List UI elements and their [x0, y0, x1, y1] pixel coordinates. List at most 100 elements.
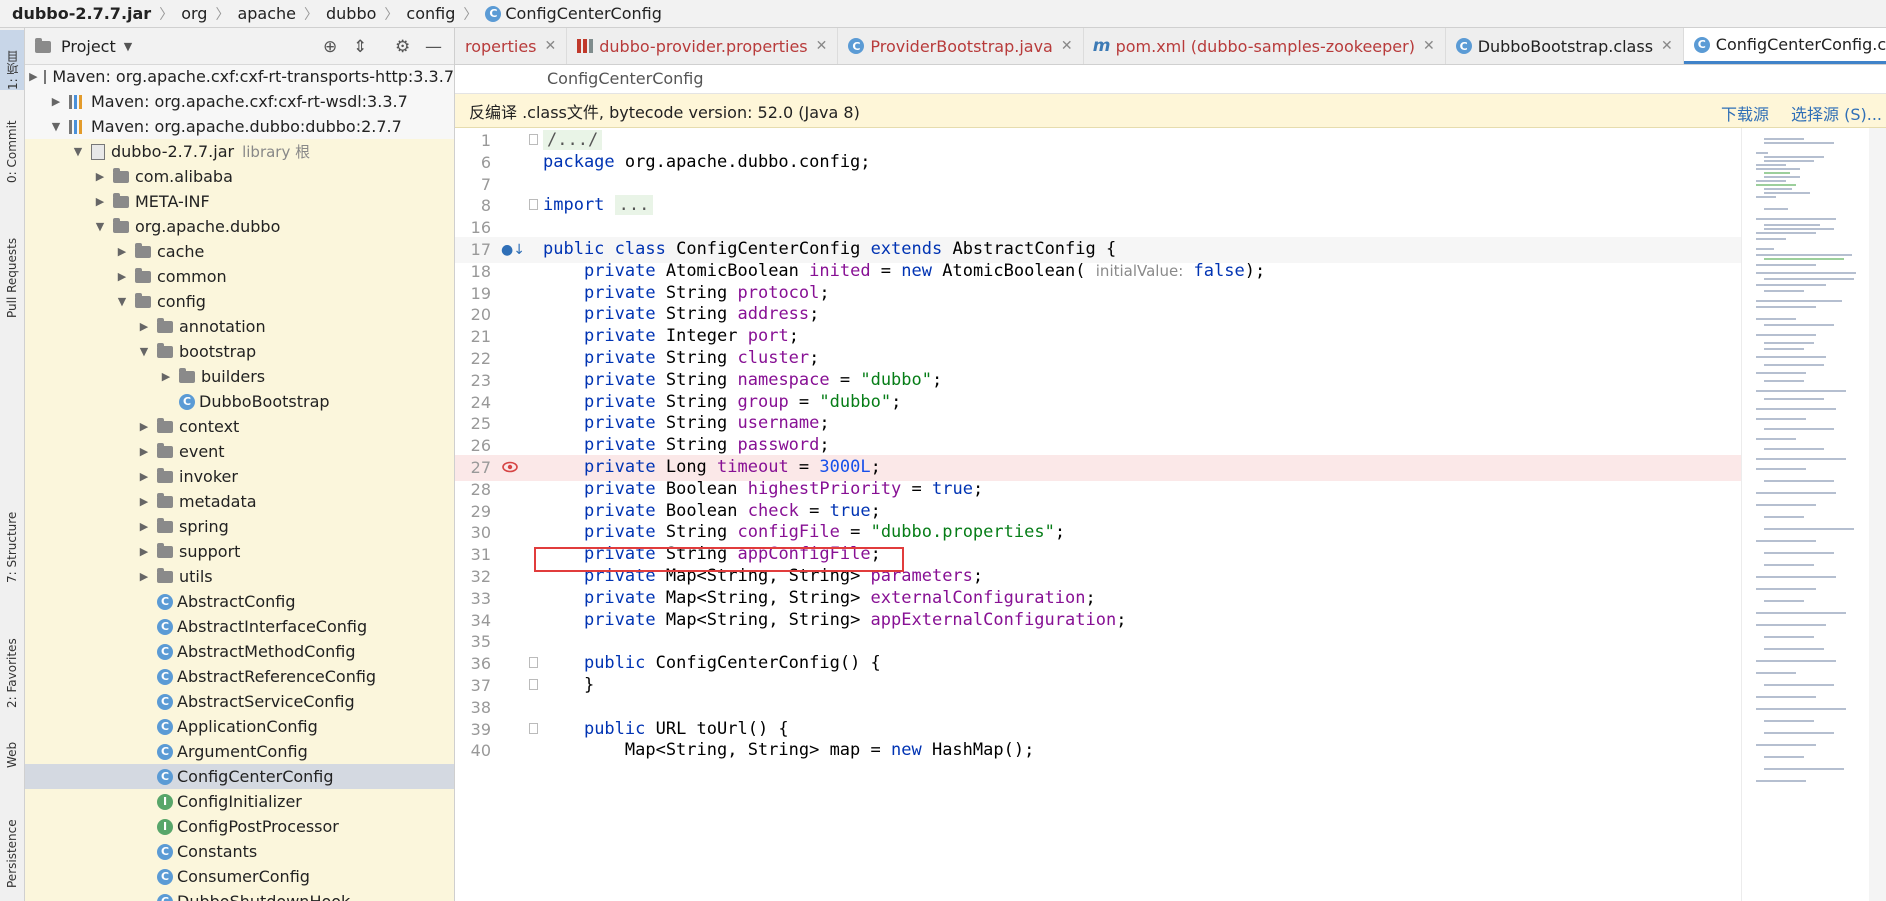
chevron-down-icon[interactable]: ▼: [124, 40, 132, 53]
fold-marker-icon[interactable]: [529, 657, 538, 669]
tree-item[interactable]: C ArgumentConfig: [25, 739, 454, 764]
tree-item[interactable]: C AbstractServiceConfig: [25, 689, 454, 714]
tree-item[interactable]: ▶ context: [25, 414, 454, 439]
tree-item[interactable]: ▶ builders: [25, 364, 454, 389]
minimize-icon[interactable]: —: [425, 37, 442, 57]
tree-item[interactable]: ▶ META-INF: [25, 189, 454, 214]
breadcrumb-org[interactable]: org: [181, 4, 207, 23]
tree-item[interactable]: ▶ common: [25, 264, 454, 289]
line-number[interactable]: 6: [455, 153, 491, 172]
breadcrumb-jar[interactable]: dubbo-2.7.7.jar: [12, 4, 151, 23]
expand-right-icon[interactable]: ▶: [93, 170, 107, 183]
line-number[interactable]: 38: [455, 698, 491, 717]
tree-item[interactable]: ▶ support: [25, 539, 454, 564]
line-number[interactable]: 25: [455, 414, 491, 433]
breadcrumb-dubbo[interactable]: dubbo: [326, 4, 376, 23]
expand-right-icon[interactable]: ▶: [159, 370, 173, 383]
tree-item[interactable]: C AbstractInterfaceConfig: [25, 614, 454, 639]
tree-item[interactable]: C ConfigCenterConfig: [25, 764, 454, 789]
line-number[interactable]: 1: [455, 131, 491, 150]
tree-item[interactable]: ▶ Maven: org.apache.cxf:cxf-rt-wsdl:3.3.7: [25, 89, 454, 114]
expand-down-icon[interactable]: ▼: [93, 220, 107, 233]
tree-item[interactable]: C AbstractReferenceConfig: [25, 664, 454, 689]
tree-item[interactable]: ▶ metadata: [25, 489, 454, 514]
download-sources-link[interactable]: 下载源: [1721, 101, 1769, 125]
line-number[interactable]: 35: [455, 632, 491, 651]
code-editor[interactable]: 1 /.../ 6 package org.apache.dubbo.config; 7…: [455, 128, 1741, 901]
expand-right-icon[interactable]: ▶: [49, 95, 63, 108]
tab-provider-bootstrap[interactable]: C ProviderBootstrap.java ✕: [838, 28, 1084, 64]
collapse-all-icon[interactable]: ⇕: [353, 37, 367, 57]
tree-item[interactable]: ▶ Maven: org.apache.cxf:cxf-rt-transports…: [25, 64, 454, 89]
tool-tab-structure[interactable]: 7: Structure: [0, 483, 24, 583]
locate-icon[interactable]: ⊕: [323, 37, 337, 57]
tab-pom-xml[interactable]: m pom.xml (dubbo-samples-zookeeper) ✕: [1084, 28, 1446, 64]
tree-item[interactable]: C AbstractMethodConfig: [25, 639, 454, 664]
line-number[interactable]: 18: [455, 262, 491, 281]
expand-right-icon[interactable]: ▶: [93, 195, 107, 208]
expand-down-icon[interactable]: ▼: [115, 295, 129, 308]
tree-item[interactable]: I ConfigPostProcessor: [25, 814, 454, 839]
tool-tab-project[interactable]: 1: 项目: [0, 30, 24, 90]
close-icon[interactable]: ✕: [1061, 38, 1073, 54]
tree-item[interactable]: ▶ annotation: [25, 314, 454, 339]
expand-right-icon[interactable]: ▶: [137, 420, 151, 433]
project-panel-title[interactable]: Project: [61, 37, 116, 56]
expand-down-icon[interactable]: ▼: [71, 145, 85, 158]
expand-right-icon[interactable]: ▶: [137, 320, 151, 333]
tool-tab-pull-requests[interactable]: Pull Requests: [0, 198, 24, 318]
tab-properties[interactable]: roperties ✕: [455, 28, 568, 64]
breadcrumb-apache[interactable]: apache: [237, 4, 296, 23]
fold-marker-icon[interactable]: [529, 679, 538, 690]
gear-icon[interactable]: ⚙: [395, 37, 410, 57]
tree-item[interactable]: C ConsumerConfig: [25, 864, 454, 889]
tree-item[interactable]: ▼ bootstrap: [25, 339, 454, 364]
line-number[interactable]: 26: [455, 436, 491, 455]
line-number[interactable]: 21: [455, 327, 491, 346]
vertical-scrollbar[interactable]: [1869, 128, 1886, 901]
line-number[interactable]: 36: [455, 654, 491, 673]
line-number[interactable]: 7: [455, 175, 491, 194]
line-number[interactable]: 33: [455, 589, 491, 608]
close-icon[interactable]: ✕: [545, 38, 557, 54]
code-minimap[interactable]: [1741, 128, 1886, 901]
expand-down-icon[interactable]: ▼: [49, 120, 63, 133]
fold-marker-icon[interactable]: [529, 199, 538, 211]
tool-tab-commit[interactable]: 0: Commit: [0, 103, 24, 183]
tab-dubbo-bootstrap-class[interactable]: C DubboBootstrap.class ✕: [1446, 28, 1684, 64]
line-number[interactable]: 40: [455, 741, 491, 760]
expand-right-icon[interactable]: ▶: [137, 495, 151, 508]
tree-item[interactable]: ▶ invoker: [25, 464, 454, 489]
close-icon[interactable]: ✕: [816, 38, 828, 54]
expand-right-icon[interactable]: ▶: [137, 470, 151, 483]
tool-tab-favorites[interactable]: 2: Favorites: [0, 608, 24, 708]
line-number[interactable]: 39: [455, 720, 491, 739]
expand-right-icon[interactable]: ▶: [115, 245, 129, 258]
code-line[interactable]: 40 Map<String, String> map = new HashMap…: [455, 738, 1741, 764]
line-number[interactable]: 17: [455, 240, 491, 259]
line-number[interactable]: 27: [455, 458, 491, 477]
tree-item[interactable]: C Constants: [25, 839, 454, 864]
line-number[interactable]: 24: [455, 393, 491, 412]
expand-right-icon[interactable]: ▶: [137, 570, 151, 583]
breadcrumb-class[interactable]: ConfigCenterConfig: [505, 4, 662, 23]
tree-item[interactable]: ▶ com.alibaba: [25, 164, 454, 189]
line-number[interactable]: 37: [455, 676, 491, 695]
expand-right-icon[interactable]: ▶: [29, 70, 37, 83]
line-number[interactable]: 34: [455, 611, 491, 630]
tree-item[interactable]: ▼ dubbo-2.7.7.jar library 根: [25, 139, 454, 164]
line-number[interactable]: 30: [455, 523, 491, 542]
line-number[interactable]: 31: [455, 545, 491, 564]
line-number[interactable]: 20: [455, 305, 491, 324]
tree-item[interactable]: ▶ event: [25, 439, 454, 464]
tree-item[interactable]: C DubboBootstrap: [25, 389, 454, 414]
tree-item[interactable]: ▶ utils: [25, 564, 454, 589]
overrides-icon[interactable]: ●↓: [501, 242, 525, 258]
tree-item[interactable]: ▶ spring: [25, 514, 454, 539]
line-number[interactable]: 23: [455, 371, 491, 390]
line-number[interactable]: 22: [455, 349, 491, 368]
editor-breadcrumb-class[interactable]: ConfigCenterConfig: [547, 69, 704, 88]
field-watchpoint-icon[interactable]: [502, 461, 518, 473]
tree-item[interactable]: ▼ config: [25, 289, 454, 314]
expand-right-icon[interactable]: ▶: [115, 270, 129, 283]
